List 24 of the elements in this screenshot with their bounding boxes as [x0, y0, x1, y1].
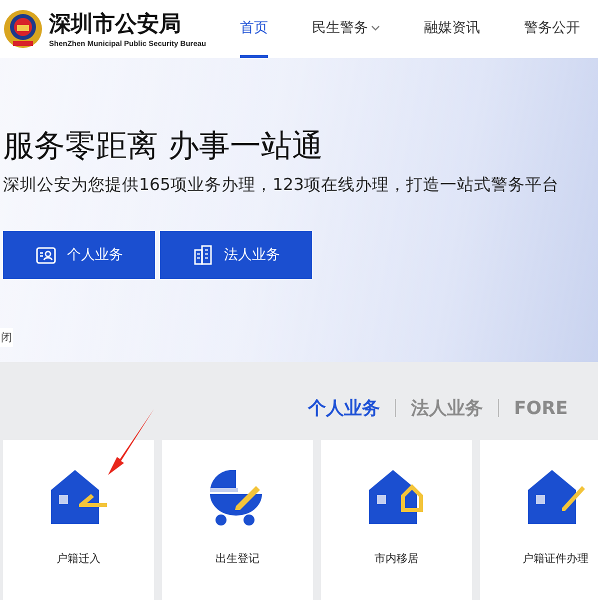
service-button[interactable]: 法人业务 — [160, 231, 312, 279]
service-button[interactable]: 个人业务 — [3, 231, 155, 279]
close-label[interactable]: 闭 — [0, 328, 13, 347]
nav-tab[interactable]: 警务公开 — [524, 0, 580, 58]
service-label: 出生登记 — [216, 551, 260, 566]
nav-tab[interactable]: 民生警务 — [312, 0, 380, 58]
house-pencil-icon — [526, 470, 586, 526]
hero-tagline: 深圳公安为您提供165项业务办理，123项在线办理，打造一站式警务平台 — [3, 174, 560, 196]
service-label: 市内移居 — [374, 551, 418, 566]
site-title: 深圳市公安局 — [49, 10, 182, 38]
building-icon — [192, 244, 214, 266]
service-label: 户籍迁入 — [56, 551, 100, 566]
house-arrow-icon — [48, 470, 108, 526]
nav-tab[interactable]: 融媒资讯 — [424, 0, 480, 58]
service-card[interactable]: 出生登记 — [162, 440, 313, 600]
service-card[interactable]: 户籍证件办理 — [480, 440, 598, 600]
id-card-icon — [35, 244, 57, 266]
hero-headline: 服务零距离 办事一站通 — [3, 127, 324, 166]
service-card[interactable]: 户籍迁入 — [3, 440, 154, 600]
chevron-down-icon — [371, 24, 380, 30]
service-card[interactable]: 市内移居 — [321, 440, 472, 600]
service-tab[interactable]: 个人业务 — [308, 396, 380, 420]
service-label: 户籍证件办理 — [522, 551, 588, 566]
emblem-icon — [3, 7, 43, 51]
